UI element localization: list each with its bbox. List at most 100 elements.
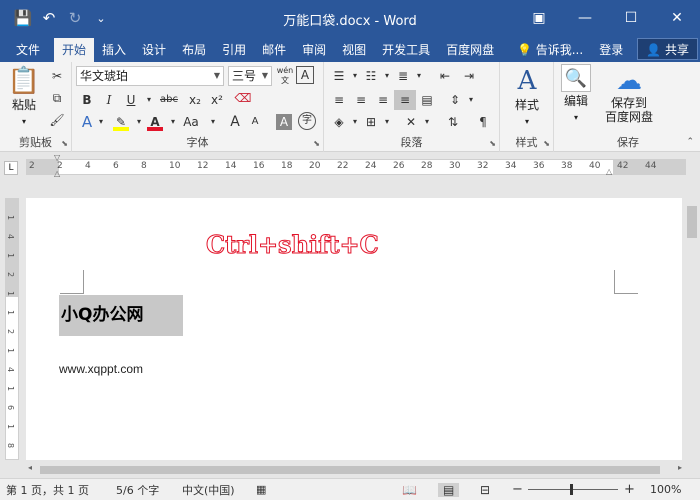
collapse-ribbon-icon[interactable]: ⌃ [686,137,694,147]
language-indicator[interactable]: 中文(中国) [182,482,235,498]
horizontal-scrollbar[interactable]: ◂ ▸ [26,462,684,478]
strikethrough-button[interactable]: abc [156,90,182,110]
paragraph-group-label: 段落 [400,136,423,149]
show-marks-icon[interactable]: ¶ [472,112,494,132]
zoom-out-button[interactable]: − [512,482,523,497]
scroll-right-icon[interactable]: ▸ [678,463,682,472]
increase-indent-icon[interactable]: ⇥ [458,66,480,86]
editing-button[interactable]: 🔍 编辑 ▾ [558,64,594,123]
web-layout-icon[interactable]: ⊟ [480,483,490,497]
ruler-number: 16 [253,161,265,171]
borders-dropdown-icon[interactable]: ▾ [376,112,398,132]
tab-file[interactable]: 文件 [0,38,54,62]
phonetic-guide-icon[interactable]: wén 文 [274,66,296,86]
change-case-button[interactable]: Aa [178,112,204,132]
read-mode-icon[interactable]: 📖 [402,483,417,497]
tab-layout[interactable]: 布局 [174,38,214,62]
enclose-characters-icon[interactable]: 字 [298,112,316,130]
first-line-indent-marker[interactable]: ▽ [54,153,60,162]
justify-icon[interactable]: ≡ [394,90,416,110]
tell-me-box[interactable]: 💡 告诉我... [509,38,591,62]
website-text[interactable]: www.xqppt.com [59,362,143,376]
save-icon[interactable]: 💾 [12,9,34,27]
document-page[interactable]: Ctrl+shift+C 小Q办公网 www.xqppt.com [26,198,682,460]
ruler-bar[interactable]: 2 2 4 6 8 10 12 14 16 18 20 22 24 26 28 30 32 34 36 38 40 42 4… [26,159,686,175]
grow-font-button[interactable]: A [224,112,246,132]
editing-group: 🔍 编辑 ▾ [554,62,598,152]
align-center-icon[interactable]: ≡ [350,90,372,110]
zoom-slider-thumb[interactable] [570,484,573,495]
ribbon-display-options-icon[interactable]: ▣ [516,0,562,36]
customize-qat-icon[interactable]: ⌄ [90,12,112,25]
align-right-icon[interactable]: ≡ [372,90,394,110]
font-launcher-icon[interactable]: ⬊ [313,139,320,148]
tab-baidu-netdisk[interactable]: 百度网盘 [438,38,502,62]
save-to-baidu-button[interactable]: ☁ 保存到 百度网盘 [600,66,658,124]
sort-icon[interactable]: ⇅ [442,112,464,132]
zoom-level[interactable]: 100% [650,483,681,496]
macro-record-icon[interactable]: ▦ [256,483,266,496]
horizontal-scroll-thumb[interactable] [40,466,660,474]
tab-developer[interactable]: 开发工具 [374,38,438,62]
chinese-layout-dropdown-icon[interactable]: ▾ [416,112,438,132]
copy-icon[interactable]: ⧉ [46,88,68,108]
subscript-button[interactable]: x₂ [184,90,206,110]
redo-icon[interactable]: ↻ [64,9,86,27]
selected-heading-text[interactable]: 小Q办公网 [59,295,183,336]
tab-references[interactable]: 引用 [214,38,254,62]
vertical-ruler-number: 6 [6,404,16,411]
vertical-scroll-thumb[interactable] [687,206,697,238]
clipboard-launcher-icon[interactable]: ⬊ [61,139,68,148]
shrink-font-button[interactable]: A [244,112,266,132]
close-icon[interactable]: ✕ [654,0,700,36]
scroll-left-icon[interactable]: ◂ [28,463,32,472]
hanging-indent-marker[interactable]: △ [54,169,60,178]
paragraph-launcher-icon[interactable]: ⬊ [489,139,496,148]
vertical-ruler[interactable]: 1 4 1 2 1 1 2 1 4 1 6 1 8 [5,198,19,460]
vertical-ruler-number: 1 [6,214,16,221]
tab-home[interactable]: 开始 [54,38,95,62]
cut-icon[interactable]: ✂ [46,66,68,86]
print-layout-icon[interactable]: ▤ [438,482,460,497]
paste-button[interactable]: 📋 粘贴 ▾ [6,66,42,127]
font-name-combo[interactable]: 华文琥珀 ▼ [76,66,224,86]
multilevel-dropdown-icon[interactable]: ▾ [408,66,430,86]
paragraph-group: ☰ ▾ ☷ ▾ ≣ ▾ ⇤ ⇥ ≡ ≡ ≡ ≡ ▤ ⇕ ▾ ◈ ▾ ⊞ ▾ ✕ … [324,62,500,152]
character-shading-icon[interactable]: A [276,114,292,130]
maximize-icon[interactable]: ☐ [608,0,654,36]
minimize-icon[interactable]: — [562,0,608,36]
ruler-number: 36 [533,161,545,171]
tab-insert[interactable]: 插入 [94,38,134,62]
tab-design[interactable]: 设计 [134,38,174,62]
right-indent-marker[interactable]: △ [606,167,612,176]
font-size-combo[interactable]: 三号 ▼ [228,66,272,86]
undo-icon[interactable]: ↶ [38,9,60,27]
tab-mailings[interactable]: 邮件 [254,38,294,62]
decrease-indent-icon[interactable]: ⇤ [434,66,456,86]
bold-button[interactable]: B [76,90,98,110]
vertical-scrollbar[interactable] [684,198,700,460]
clear-formatting-icon[interactable]: ⌫ [232,88,254,108]
character-border-icon[interactable]: A [296,66,314,84]
tab-review[interactable]: 审阅 [294,38,334,62]
align-left-icon[interactable]: ≡ [328,90,350,110]
tab-view[interactable]: 视图 [334,38,374,62]
distributed-icon[interactable]: ▤ [416,90,438,110]
italic-button[interactable]: I [98,90,120,110]
superscript-button[interactable]: x² [206,90,228,110]
page-count[interactable]: 第 1 页，共 1 页 [6,482,89,498]
change-case-dropdown-icon[interactable]: ▾ [202,112,224,132]
zoom-in-button[interactable]: + [624,482,635,497]
styles-button[interactable]: A 样式 ▾ [504,66,550,127]
tab-selector[interactable]: L [4,161,18,175]
share-button[interactable]: 👤 共享 [637,38,698,60]
word-count[interactable]: 5/6 个字 [116,482,159,498]
ruler-number: 34 [505,161,517,171]
format-painter-icon[interactable]: 🖌 [46,110,68,130]
login-link[interactable]: 登录 [591,38,631,62]
styles-launcher-icon[interactable]: ⬊ [543,139,550,148]
line-spacing-dropdown-icon[interactable]: ▾ [460,90,482,110]
ruler-number: 42 [617,161,629,171]
text-effects-dropdown-icon[interactable]: ▾ [90,112,112,132]
zoom-slider[interactable] [528,489,618,490]
